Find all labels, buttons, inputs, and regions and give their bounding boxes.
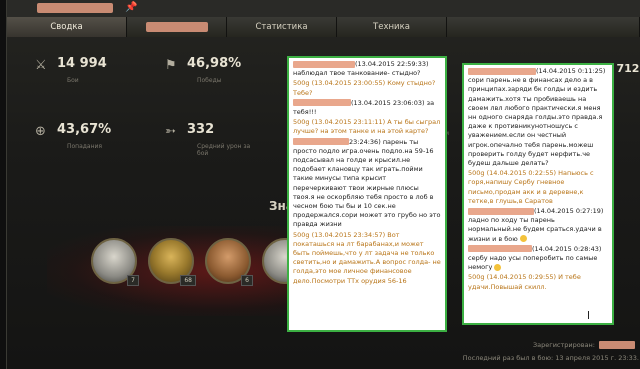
tab-summary[interactable]: Сводка [7,17,127,37]
wins-label: Победы [197,77,222,84]
achievements-row: 7 68 6 1 [91,238,310,286]
stat-avg-damage: ➳ 332 Средний урон за бой [165,122,285,162]
tab-bar: Сводка Статистика Техника [7,17,640,37]
redacted-name [468,245,532,253]
smile-icon [519,235,527,243]
medal-tank-badge[interactable]: 7 [91,238,139,286]
tab-vehicles[interactable]: Техника [337,17,447,37]
redacted-name [293,60,355,68]
shell-icon: ➳ [165,124,176,139]
chat-message: (14.04.2015 0:27:19) ладно по ходу ты па… [468,207,604,243]
chat-message: 23:24:36) парень ты просто подло игра.оч… [293,137,441,229]
avg-damage-value: 332 [187,122,215,137]
chat-message: 500g (13.04.2015 23:34:57) Вот покаташьс… [293,230,441,285]
chat-message: 500g (13.04.2015 23:11:11) А ты бы сыгра… [293,118,441,136]
medal-count: 6 [241,275,253,286]
chat-panel-right: (14.04.2015 0:11:25) сори парень.не в фи… [462,63,614,325]
redacted-name [293,138,349,146]
stat-wins: ⚑ 46,98% Победы [165,56,285,96]
hits-label: Попадания [67,143,103,150]
chat-message: (14.04.2015 0:28:43) сербу надо усы попе… [468,244,602,272]
medal-count: 68 [180,275,196,286]
chat-panel-left: (13.04.2015 22:59:33) наблюдал твое танк… [287,56,447,332]
chat-message: 500g (14.04.2015 0:22:55) Напьюсь с горя… [468,169,594,205]
redacted-date [599,341,635,349]
stat-hits: ⊕ 43,67% Попадания [35,122,155,162]
pin-icon[interactable]: 📌 [125,2,137,13]
medal-count: 7 [127,275,139,286]
tab-statistics[interactable]: Статистика [227,17,337,37]
stat-battles: ⚔ 14 994 Бои [35,56,155,96]
wins-value: 46,98% [187,56,242,71]
title-bar: 📌 [7,0,640,17]
chat-message: (13.04.2015 23:06:03) за тебя!!! [293,98,435,117]
redacted-tab-label [145,22,208,32]
battles-value: 14 994 [57,56,107,71]
chat-message: (14.04.2015 0:11:25) сори парень.не в фи… [468,67,606,168]
text-cursor-icon [588,311,593,319]
flag-icon: ⚑ [165,58,177,73]
registration-line: Зарегистрирован: [533,341,635,349]
crosshair-icon: ⊕ [35,124,46,139]
tab-filler [447,17,640,37]
tab-redacted[interactable] [127,17,227,37]
avg-damage-label: Средний урон за бой [197,143,251,157]
redacted-player-name [37,3,113,13]
smile-icon [494,263,502,271]
registered-label: Зарегистрирован: [533,341,595,349]
last-battle-text: Последний раз был в бою: 13 апреля 2015 … [462,354,639,362]
medal-bronze-award[interactable]: 6 [205,238,253,286]
chat-message: 500g (14.04.2015 0:29:55) И тебе удачи.П… [468,273,581,291]
hits-value: 43,67% [57,122,112,137]
battles-label: Бои [67,77,79,84]
chat-message: 500g (13.04.2015 23:00:55) Кому стыдно? … [293,79,436,97]
redacted-name [468,67,536,75]
redacted-name [293,99,351,107]
crossed-swords-icon: ⚔ [35,58,47,73]
redacted-name [468,207,534,215]
chat-message: (13.04.2015 22:59:33) наблюдал твое танк… [293,60,429,78]
medal-gold-award[interactable]: 68 [148,238,196,286]
